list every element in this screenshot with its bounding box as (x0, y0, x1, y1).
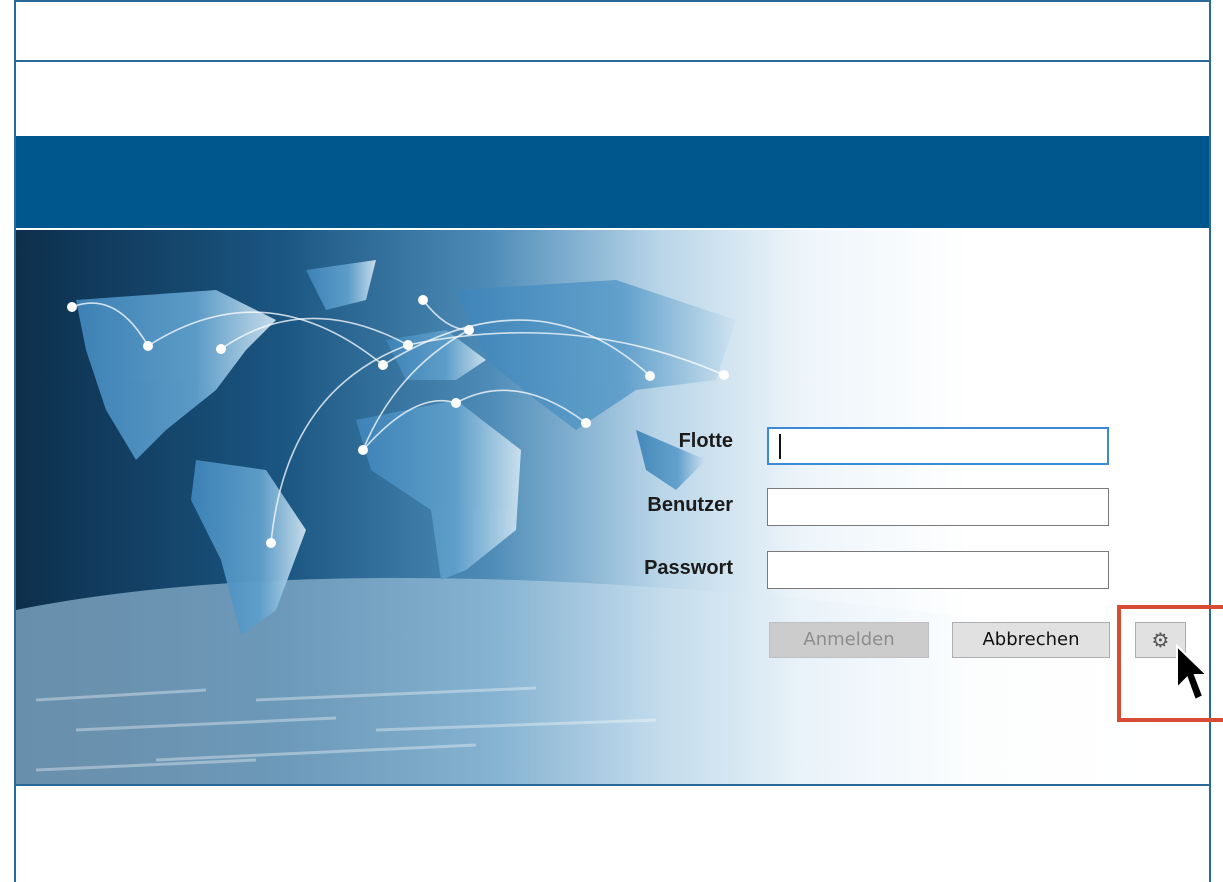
login-button[interactable]: Anmelden (769, 622, 929, 658)
password-label: Passwort (644, 557, 733, 579)
footer-separator (16, 784, 1209, 786)
fleet-label: Flotte (678, 430, 733, 452)
window-right-border (1209, 0, 1211, 882)
mouse-pointer-icon (1176, 644, 1209, 702)
title-separator (14, 60, 1211, 62)
window-top-border (14, 0, 1211, 2)
user-input[interactable] (767, 488, 1109, 526)
fleet-input[interactable] (767, 427, 1109, 465)
user-label: Benutzer (647, 494, 733, 516)
header-banner (16, 136, 1209, 228)
cancel-button[interactable]: Abbrechen (952, 622, 1110, 658)
password-input[interactable] (767, 551, 1109, 589)
text-caret (779, 434, 781, 459)
